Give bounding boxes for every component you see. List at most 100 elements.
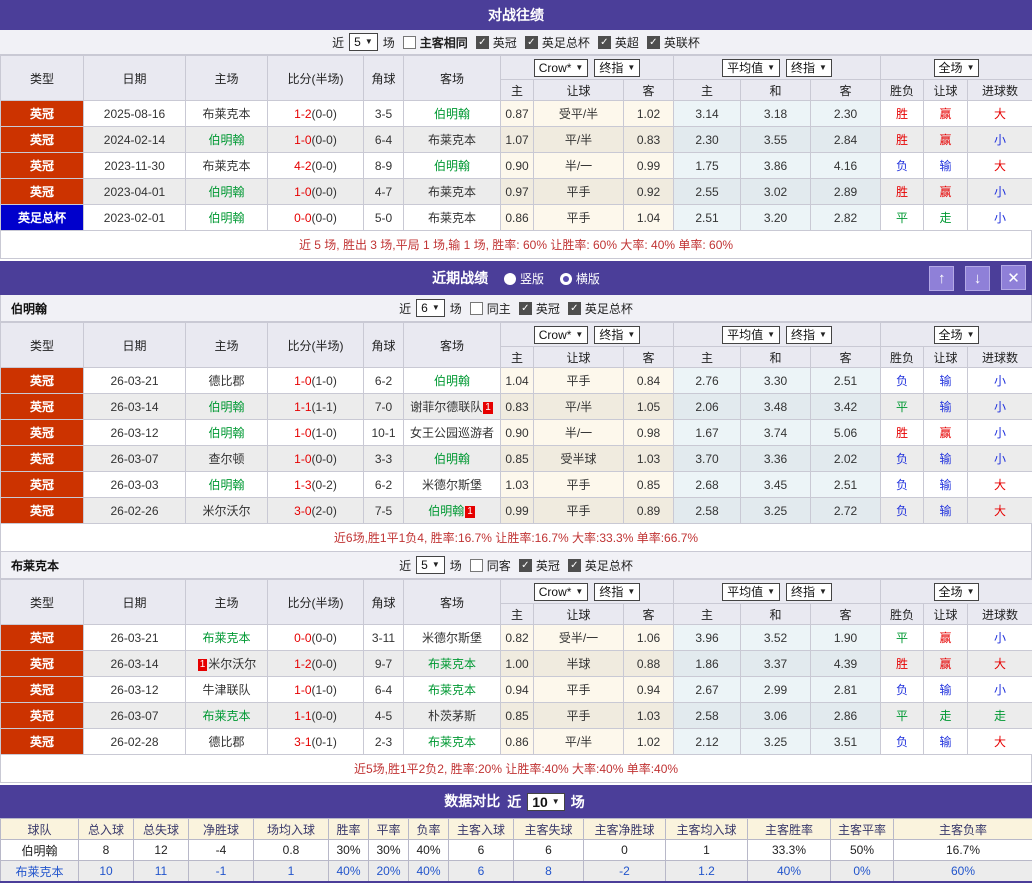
- half-time-score: (0-0): [312, 107, 337, 121]
- chevron-down-icon: ▼: [432, 558, 440, 572]
- layout-radio-vertical[interactable]: [504, 273, 516, 285]
- h2h-final-index-select[interactable]: 终指▼: [594, 59, 640, 77]
- score-cell: 1-1(1-1): [268, 394, 364, 420]
- team0-league-checkbox-1[interactable]: ✓: [568, 302, 581, 315]
- team1-league-checkbox-1[interactable]: ✓: [568, 559, 581, 572]
- team0-bookmaker-select[interactable]: Crow*▼: [534, 326, 589, 344]
- average-group-header: 平均值▼ 终指▼: [674, 580, 881, 604]
- team0-final-index-select-2-value: 终指: [791, 328, 815, 342]
- comparison-games-select[interactable]: 10▼: [527, 793, 565, 811]
- team1-league-checkbox-0[interactable]: ✓: [519, 559, 532, 572]
- result-outcome: 负: [881, 677, 924, 703]
- layout-radio-horizontal[interactable]: [560, 273, 572, 285]
- h2h-bookmaker-select[interactable]: Crow*▼: [534, 59, 589, 77]
- team0-same-label: 同主: [487, 302, 511, 316]
- full-time-score: 3-0: [294, 504, 311, 518]
- team1-bookmaker-select[interactable]: Crow*▼: [534, 583, 589, 601]
- sub-column-header: 主: [674, 80, 741, 101]
- h2h-scope-select[interactable]: 全场▼: [934, 59, 980, 77]
- team0-average-select[interactable]: 平均值▼: [722, 326, 780, 344]
- h2h-same-label: 主客相同: [420, 36, 468, 50]
- comparison-column-header: 总入球: [79, 819, 134, 840]
- scope-group-header: 全场▼: [881, 56, 1032, 80]
- team1-final-index-select[interactable]: 终指▼: [594, 583, 640, 601]
- team1-average-select[interactable]: 平均值▼: [722, 583, 780, 601]
- team1-near-label: 近: [399, 559, 411, 573]
- team0-league-checkbox-0[interactable]: ✓: [519, 302, 532, 315]
- h2h-table-head: 类型日期主场比分(半场)角球客场Crow*▼终指▼平均值▼终指▼全场▼主让球客主…: [1, 56, 1032, 101]
- match-date: 26-03-21: [84, 368, 186, 394]
- odds-away: 1.02: [624, 101, 674, 127]
- half-time-score: (1-0): [312, 426, 337, 440]
- avg-home: 2.30: [674, 127, 741, 153]
- result-handicap: 输: [924, 153, 968, 179]
- result-goals: 小: [968, 179, 1032, 205]
- half-time-score: (0-0): [312, 657, 337, 671]
- result-outcome: 平: [881, 703, 924, 729]
- sub-column-header: 主: [501, 347, 534, 368]
- red-card-badge: 1: [198, 659, 208, 671]
- comparison-column-header: 净胜球: [189, 819, 254, 840]
- move-up-button[interactable]: ↑: [929, 266, 954, 291]
- layout-vertical-label: 竖版: [520, 272, 544, 286]
- close-button[interactable]: ✕: [1001, 265, 1026, 290]
- column-header: 类型: [1, 580, 84, 625]
- h2h-league-checkbox-0[interactable]: ✓: [476, 36, 489, 49]
- team1-scope-select[interactable]: 全场▼: [934, 583, 980, 601]
- team-section-header: 伯明翰 近6▼场同主✓英冠✓英足总杯: [0, 295, 1032, 322]
- team0-same-checkbox[interactable]: [470, 302, 483, 315]
- team-cell: 布莱克本: [186, 703, 268, 729]
- avg-draw: 3.48: [741, 394, 811, 420]
- move-down-button[interactable]: ↓: [965, 266, 990, 291]
- league-badge: 英足总杯: [1, 205, 84, 231]
- h2h-league-checkbox-1[interactable]: ✓: [525, 36, 538, 49]
- h2h-league-checkbox-2[interactable]: ✓: [598, 36, 611, 49]
- full-time-score: 1-3: [294, 478, 311, 492]
- team-filter: 近6▼场同主✓英冠✓英足总杯: [397, 300, 635, 314]
- team-cell: 布莱克本: [404, 677, 501, 703]
- team-name: 谢菲尔德联队: [410, 400, 482, 414]
- corners: 7-5: [364, 498, 404, 524]
- chevron-down-icon: ▼: [627, 585, 635, 599]
- team1-same-checkbox[interactable]: [470, 559, 483, 572]
- league-badge: 英冠: [1, 625, 84, 651]
- comparison-value: 40%: [409, 861, 449, 882]
- h2h-average-select[interactable]: 平均值▼: [722, 59, 780, 77]
- comparison-value: 6: [449, 861, 514, 882]
- match-date: 2023-11-30: [84, 153, 186, 179]
- sub-column-header: 胜负: [881, 347, 924, 368]
- odds-handicap: 平/半: [534, 127, 624, 153]
- score-cell: 1-1(0-0): [268, 703, 364, 729]
- team0-scope-select-value: 全场: [939, 328, 963, 342]
- team1-final-index-select-2[interactable]: 终指▼: [786, 583, 832, 601]
- avg-away: 4.16: [811, 153, 881, 179]
- match-row: 英冠26-03-21德比郡1-0(1-0)6-2伯明翰1.04平手0.842.7…: [1, 368, 1032, 394]
- h2h-final-index-select-2[interactable]: 终指▼: [786, 59, 832, 77]
- comparison-value: 30%: [329, 840, 369, 861]
- comparison-column-header: 球队: [1, 819, 79, 840]
- team0-games-select[interactable]: 6▼: [416, 299, 445, 317]
- team1-games-select[interactable]: 5▼: [416, 556, 445, 574]
- comparison-value: 0.8: [254, 840, 329, 861]
- team0-final-index-select-value: 终指: [599, 328, 623, 342]
- odds-away: 0.83: [624, 127, 674, 153]
- comparison-column-header: 平率: [369, 819, 409, 840]
- half-time-score: (1-1): [312, 400, 337, 414]
- team0-final-index-select[interactable]: 终指▼: [594, 326, 640, 344]
- result-handicap: 赢: [924, 420, 968, 446]
- sub-column-header: 胜负: [881, 80, 924, 101]
- odds-home: 0.90: [501, 153, 534, 179]
- team0-final-index-select-2[interactable]: 终指▼: [786, 326, 832, 344]
- odds-away: 0.85: [624, 472, 674, 498]
- team-cell: 伯明翰: [404, 446, 501, 472]
- result-goals: 小: [968, 677, 1032, 703]
- h2h-league-checkbox-3[interactable]: ✓: [647, 36, 660, 49]
- match-analysis-page: 对战往绩 近5▼场主客相同✓英冠✓英足总杯✓英超✓英联杯 类型日期主场比分(半场…: [0, 0, 1032, 883]
- avg-home: 3.14: [674, 101, 741, 127]
- result-goals: 大: [968, 651, 1032, 677]
- h2h-same-checkbox[interactable]: [403, 36, 416, 49]
- team0-scope-select[interactable]: 全场▼: [934, 326, 980, 344]
- column-header: 比分(半场): [268, 56, 364, 101]
- match-row: 英冠26-02-26米尔沃尔3-0(2-0)7-5伯明翰10.99平手0.892…: [1, 498, 1032, 524]
- h2h-games-select[interactable]: 5▼: [349, 33, 378, 51]
